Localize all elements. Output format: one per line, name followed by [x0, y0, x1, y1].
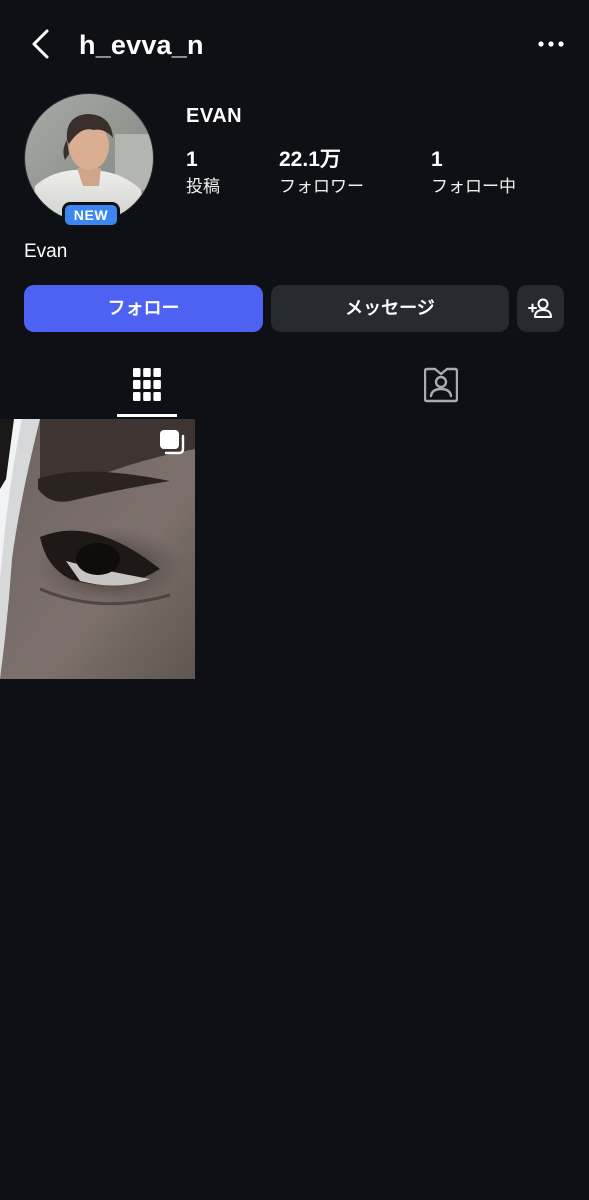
- more-horizontal-icon: [538, 41, 564, 47]
- more-options-button[interactable]: [535, 28, 567, 60]
- stat-following[interactable]: 1 フォロー中: [431, 146, 516, 200]
- grid-icon: [133, 368, 161, 401]
- top-bar: h_evva_n: [0, 0, 589, 90]
- follow-button[interactable]: フォロー: [24, 285, 263, 332]
- new-badge: NEW: [62, 202, 120, 228]
- suggest-friends-button[interactable]: [517, 285, 564, 332]
- message-button[interactable]: メッセージ: [271, 285, 509, 332]
- stat-posts-value: 1: [186, 148, 198, 171]
- chevron-left-icon: [32, 29, 49, 59]
- stat-posts[interactable]: 1 投稿: [186, 146, 220, 200]
- stat-posts-label: 投稿: [186, 177, 220, 197]
- multiple-photos-icon: [159, 429, 185, 455]
- post-thumbnail[interactable]: [0, 419, 195, 679]
- tab-tagged[interactable]: [411, 352, 471, 418]
- active-tab-indicator: [117, 414, 177, 417]
- stat-following-value: 1: [431, 148, 443, 171]
- back-button[interactable]: [22, 26, 62, 66]
- display-name: EVAN: [186, 105, 243, 127]
- stat-followers-label: フォロワー: [279, 177, 364, 197]
- tab-posts-grid[interactable]: [117, 352, 177, 418]
- stat-following-label: フォロー中: [431, 177, 516, 197]
- stat-followers-value: 22.1万: [279, 148, 341, 171]
- profile-bio: Evan: [24, 241, 68, 262]
- add-person-icon: [528, 298, 552, 318]
- profile-username: h_evva_n: [79, 30, 204, 60]
- profile-avatar-container[interactable]: NEW: [24, 93, 154, 228]
- tagged-person-icon: [424, 367, 458, 403]
- stat-followers[interactable]: 22.1万 フォロワー: [279, 146, 364, 200]
- profile-tabs: [0, 352, 589, 418]
